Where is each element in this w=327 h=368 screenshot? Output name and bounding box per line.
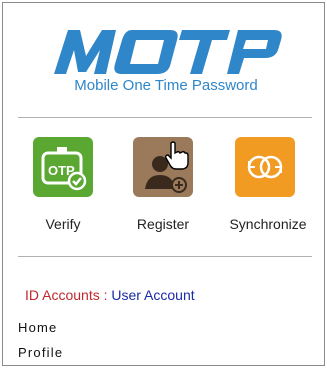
- account-value: User Account: [111, 287, 195, 303]
- verify-label: Verify: [45, 216, 81, 232]
- register-label: Register: [136, 216, 190, 232]
- logo-subtitle: Mobile One Time Password: [74, 77, 258, 94]
- otp-check-icon: OTP: [41, 147, 87, 191]
- divider-bottom: [18, 256, 312, 257]
- synchronize-label: Synchronize: [229, 216, 307, 232]
- divider-top: [18, 117, 312, 118]
- motp-logo-mark: [54, 30, 282, 74]
- account-label: ID Accounts: [25, 287, 100, 303]
- sync-icon: [247, 155, 283, 179]
- verify-button[interactable]: OTP: [33, 137, 93, 197]
- menu-item-home[interactable]: Home: [18, 320, 57, 335]
- motp-logo: Mobile One Time Password: [46, 14, 286, 106]
- hand-cursor-icon: [165, 141, 189, 170]
- account-info: ID Accounts : User Account: [25, 287, 195, 303]
- register-button[interactable]: [133, 137, 193, 197]
- synchronize-button[interactable]: [235, 137, 295, 197]
- menu-item-profile[interactable]: Profile: [18, 345, 63, 360]
- account-separator: :: [103, 287, 108, 303]
